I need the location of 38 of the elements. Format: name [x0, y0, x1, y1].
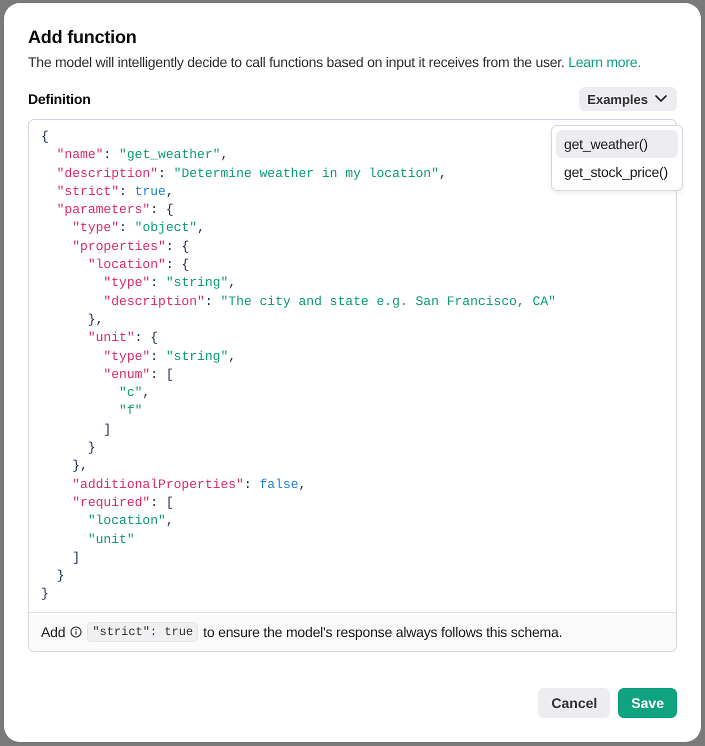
code-line: "description": "The city and state e.g. San Francisco, CA" [102, 292, 556, 311]
code-line: } [86, 439, 96, 458]
code-line: "properties": { [71, 238, 190, 256]
code-line: "additionalProperties": false, [71, 476, 306, 494]
code-line: "location": { [86, 256, 190, 274]
code-line: "type": "string", [102, 274, 236, 292]
code-line: "f" [118, 402, 142, 420]
code-line: "location", [86, 512, 174, 530]
code-line: } [56, 567, 64, 586]
code-line: "c", [118, 384, 150, 402]
code-line: { [41, 128, 49, 146]
chevron-down-icon [655, 95, 667, 103]
hint-text: to ensure the model's response always follows this schema. [203, 624, 562, 640]
code-line: "unit" [86, 530, 135, 549]
code-line: "name": "get_weather", [56, 146, 228, 164]
code-line: "unit": { [86, 329, 158, 348]
info-icon [70, 626, 82, 638]
code-line: }, [71, 457, 88, 476]
examples-button[interactable]: Examples [579, 87, 677, 111]
code-line: "parameters": { [56, 201, 174, 220]
dialog-title: Add function [28, 27, 138, 47]
definition-label: Definition [28, 91, 91, 107]
cancel-button[interactable]: Cancel [538, 688, 610, 718]
code-line: }, [86, 310, 104, 329]
code-chip: "strict": true [87, 622, 198, 642]
code-line: } [41, 585, 49, 604]
dialog-description: The model will intelligently decide to call functions based on input it receives from the user. Learn more. [28, 53, 642, 71]
hint-text: Add [41, 624, 66, 640]
code-line: "strict": true, [56, 182, 174, 201]
menu-item[interactable]: get_weather() [556, 130, 678, 158]
code-line: "required": [ [71, 494, 174, 512]
menu-item[interactable]: get_stock_price() [556, 158, 678, 186]
code-line: "enum": [ [102, 366, 174, 384]
code-line: "type": "string", [102, 348, 236, 366]
code-line: ] [71, 548, 80, 567]
code-line: ] [102, 420, 112, 439]
code-line: "description": "Determine weather in my location", [56, 164, 447, 183]
code-line: "type": "object", [71, 219, 205, 238]
